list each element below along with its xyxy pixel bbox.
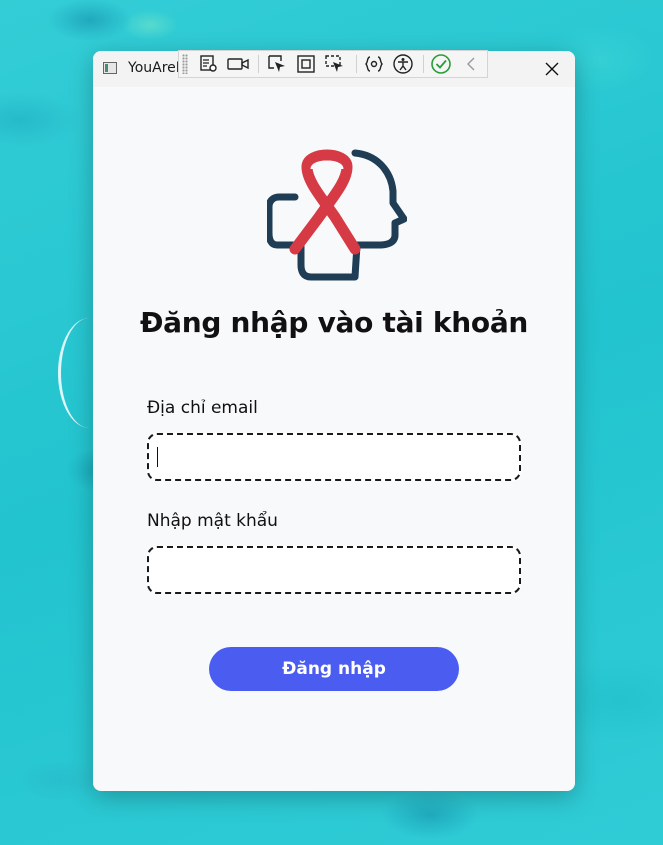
- close-button[interactable]: [529, 51, 575, 87]
- collapse-icon: [466, 57, 475, 71]
- accessibility-icon: [393, 54, 413, 74]
- email-label: Địa chỉ email: [147, 398, 258, 418]
- track-focus-icon: [325, 55, 344, 72]
- hot-reload-status-button[interactable]: [428, 52, 454, 76]
- select-element-icon: [200, 55, 217, 72]
- window-title: YouAreI: [128, 60, 180, 76]
- accessibility-button[interactable]: [390, 52, 416, 76]
- pointer-select-button[interactable]: [263, 52, 289, 76]
- display-layout-button[interactable]: [293, 52, 319, 76]
- password-input[interactable]: [149, 548, 519, 592]
- binding-failures-icon: [364, 56, 383, 72]
- close-icon: [545, 62, 559, 76]
- toolbar-divider: [423, 55, 425, 73]
- app-icon: [103, 62, 117, 74]
- collapse-toolbar-button[interactable]: [458, 52, 484, 76]
- binding-failures-button[interactable]: [360, 52, 386, 76]
- record-icon: [227, 58, 249, 70]
- checkmark-icon: [431, 54, 452, 74]
- toolbar-divider: [355, 55, 357, 73]
- record-button[interactable]: [225, 52, 251, 76]
- track-focus-button[interactable]: [322, 52, 348, 76]
- page-title: Đăng nhập vào tài khoản: [139, 306, 529, 339]
- select-element-button[interactable]: [196, 52, 222, 76]
- password-label: Nhập mật khẩu: [147, 511, 278, 531]
- drag-handle[interactable]: [182, 54, 188, 74]
- app-window: YouAreI Đăng nhập vào tài khoản Địa chỉ …: [93, 51, 575, 791]
- toolbar-divider: [258, 55, 260, 73]
- pointer-select-icon: [267, 55, 285, 72]
- debug-toolbar: [178, 50, 488, 78]
- email-input[interactable]: [149, 435, 519, 479]
- email-field[interactable]: [147, 433, 521, 481]
- ribbon-head-logo-icon: [267, 149, 407, 281]
- text-caret: [157, 447, 158, 467]
- display-layout-icon: [297, 55, 315, 73]
- password-field[interactable]: [147, 546, 521, 594]
- login-button[interactable]: Đăng nhập: [209, 647, 459, 691]
